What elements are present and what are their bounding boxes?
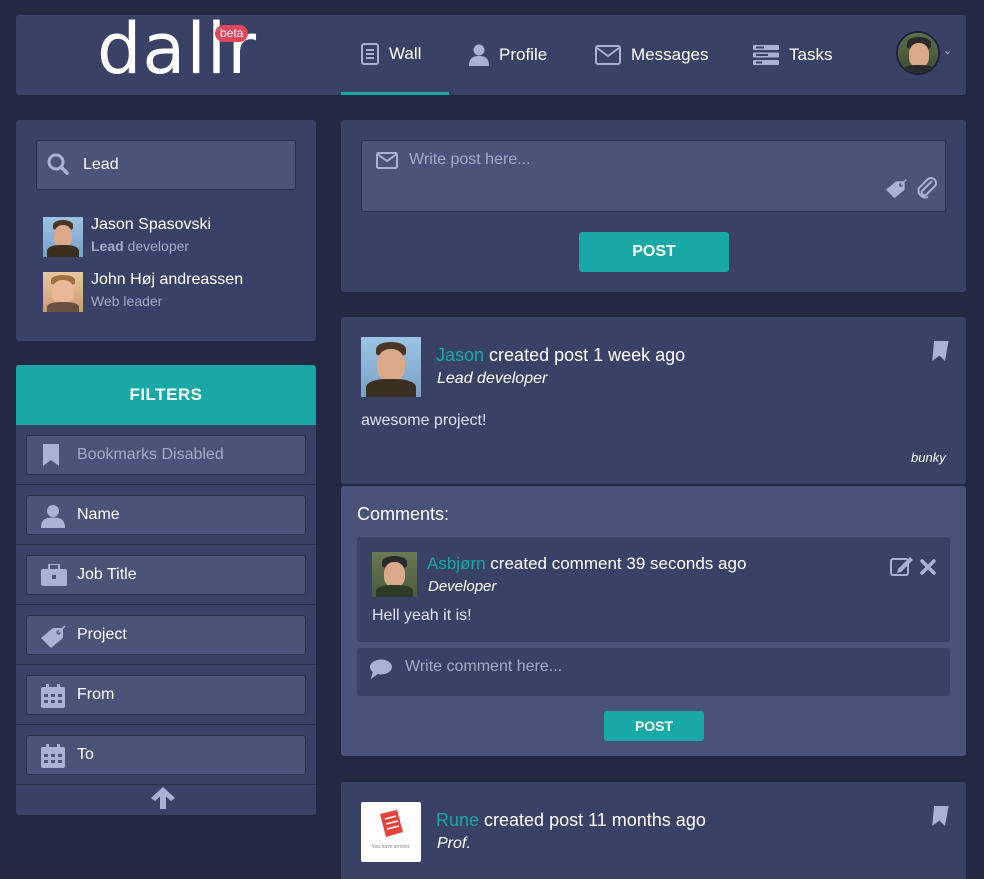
close-icon[interactable] xyxy=(920,559,936,575)
post-button[interactable]: POST xyxy=(579,232,729,272)
nav-tasks[interactable]: Tasks xyxy=(733,15,852,95)
comment-author-role: Developer xyxy=(428,578,497,595)
person-icon xyxy=(41,505,65,528)
comment-input-placeholder: Write comment here... xyxy=(405,658,563,675)
document-icon xyxy=(361,42,379,65)
search-result[interactable]: Jason Spasovski Lead developer xyxy=(91,216,211,254)
filter-name-button[interactable]: Name xyxy=(26,495,306,535)
post-card xyxy=(341,317,966,484)
beta-badge: beta xyxy=(215,25,249,42)
post-header: Jason created post 1 week ago xyxy=(436,345,685,366)
envelope-icon xyxy=(595,45,621,65)
filter-row: Name xyxy=(16,485,316,545)
collapse-arrow-up-icon[interactable] xyxy=(151,787,175,809)
post-action: created post 1 week ago xyxy=(484,345,686,365)
search-result-name: John Høj andreassen xyxy=(91,271,244,288)
search-input[interactable]: Lead xyxy=(36,140,296,190)
company-logo-icon xyxy=(380,810,403,837)
filter-row: To xyxy=(16,725,316,785)
comment-header: Asbjørn created comment 39 seconds ago xyxy=(427,554,746,574)
filter-label: Bookmarks Disabled xyxy=(77,446,224,463)
search-icon xyxy=(47,153,69,175)
filter-label: From xyxy=(77,686,115,703)
comments-label: Comments: xyxy=(357,504,450,524)
comment-author-avatar[interactable] xyxy=(372,552,417,597)
filter-row: Bookmarks Disabled xyxy=(16,425,316,485)
tag-icon xyxy=(41,625,66,648)
filter-row: From xyxy=(16,665,316,725)
bookmark-icon xyxy=(43,444,59,466)
filter-label: Name xyxy=(77,506,120,523)
filter-label: Project xyxy=(77,626,127,643)
calendar-icon xyxy=(41,744,65,768)
speech-bubble-icon xyxy=(370,659,392,679)
edit-icon[interactable] xyxy=(890,556,914,576)
post-input-placeholder: Write post here... xyxy=(409,151,531,168)
search-result-name: Jason Spasovski xyxy=(91,216,212,233)
paperclip-icon[interactable] xyxy=(914,175,938,199)
envelope-icon xyxy=(376,152,398,169)
briefcase-icon xyxy=(41,564,67,586)
search-result-avatar[interactable] xyxy=(43,217,83,257)
post-body: awesome project! xyxy=(361,412,487,429)
filter-label: Job Title xyxy=(77,566,137,583)
search-result[interactable]: John Høj andreassen Web leader xyxy=(91,271,243,309)
post-tag[interactable]: bunky xyxy=(911,450,946,465)
nav-profile[interactable]: Profile xyxy=(449,15,567,95)
tasks-icon xyxy=(753,45,779,65)
logo-caption: You have arrived. xyxy=(371,844,411,850)
post-author-link[interactable]: Rune xyxy=(436,810,479,830)
person-icon xyxy=(469,44,489,66)
filter-job-title-button[interactable]: Job Title xyxy=(26,555,306,595)
filter-bookmarks-button[interactable]: Bookmarks Disabled xyxy=(26,435,306,475)
search-result-avatar[interactable] xyxy=(43,272,83,312)
bookmark-icon[interactable] xyxy=(930,341,949,361)
nav-wall-label: Wall xyxy=(389,43,422,63)
nav-profile-label: Profile xyxy=(499,45,548,64)
tag-icon[interactable] xyxy=(886,177,908,199)
comment-author-link[interactable]: Asbjørn xyxy=(427,554,486,573)
comment-post-button[interactable]: POST xyxy=(604,711,704,741)
post-header: Rune created post 11 months ago xyxy=(436,810,706,831)
calendar-icon xyxy=(41,684,65,708)
filter-row: Project xyxy=(16,605,316,665)
nav-messages[interactable]: Messages xyxy=(575,15,728,95)
post-author-avatar[interactable]: You have arrived. xyxy=(361,802,421,862)
post-author-link[interactable]: Jason xyxy=(436,345,484,365)
filter-from-button[interactable]: From xyxy=(26,675,306,715)
comment-body: Hell yeah it is! xyxy=(372,607,472,624)
post-author-role: Prof. xyxy=(437,835,471,852)
filter-to-button[interactable]: To xyxy=(26,735,306,775)
filter-label: To xyxy=(77,746,94,763)
post-author-avatar[interactable] xyxy=(361,337,421,397)
nav-messages-label: Messages xyxy=(631,45,709,64)
filter-project-button[interactable]: Project xyxy=(26,615,306,655)
comment-action: created comment 39 seconds ago xyxy=(485,554,747,573)
search-result-title: Lead developer xyxy=(91,238,190,254)
post-author-role: Lead developer xyxy=(437,370,548,387)
bookmark-icon[interactable] xyxy=(930,806,949,826)
search-result-title: Web leader xyxy=(91,293,163,309)
nav-wall[interactable]: Wall xyxy=(341,15,449,95)
nav-tasks-label: Tasks xyxy=(789,45,833,64)
user-menu-caret[interactable]: ⌄ xyxy=(943,44,952,57)
filter-row: Job Title xyxy=(16,545,316,605)
filters-header[interactable]: FILTERS xyxy=(16,365,316,425)
user-avatar[interactable] xyxy=(896,31,940,75)
post-action: created post 11 months ago xyxy=(479,810,706,830)
